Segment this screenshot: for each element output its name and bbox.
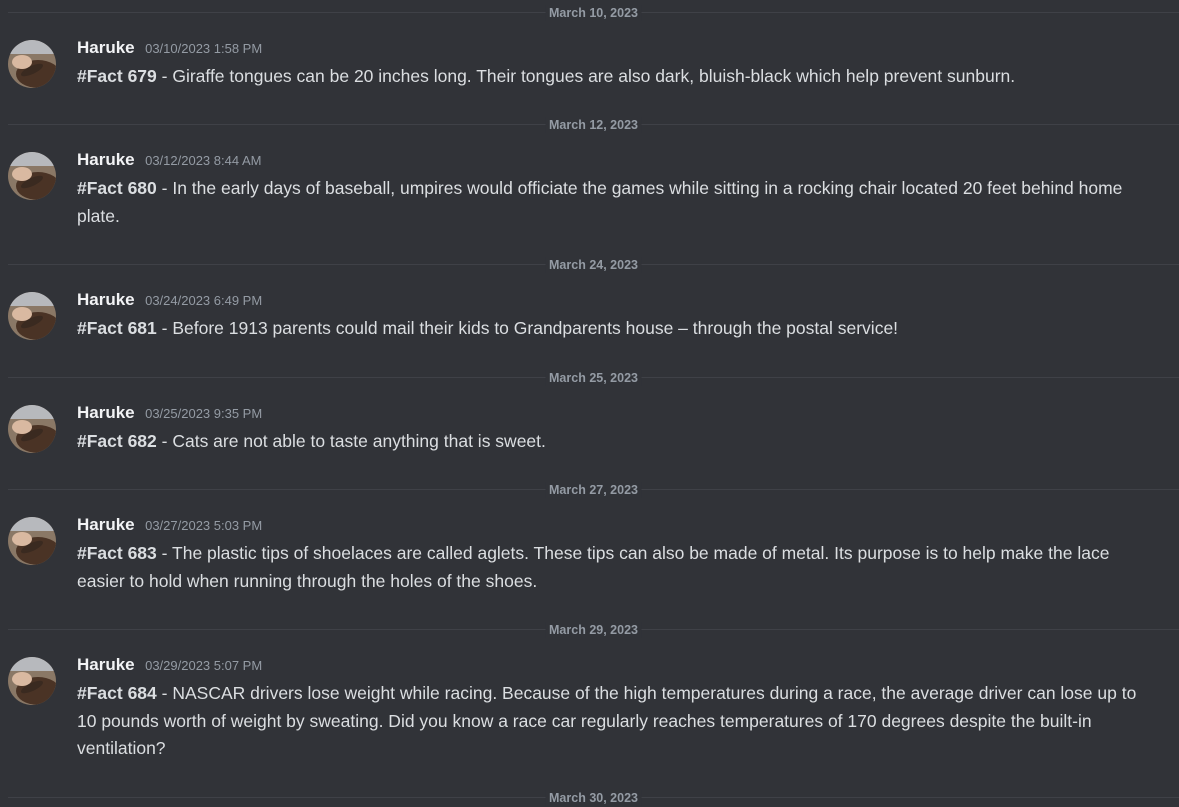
username[interactable]: Haruke: [77, 290, 135, 309]
timestamp: 03/29/2023 5:07 PM: [145, 658, 263, 673]
avatar[interactable]: [8, 405, 56, 453]
timestamp: 03/25/2023 9:35 PM: [145, 406, 263, 421]
date-divider-label: March 10, 2023: [545, 5, 642, 21]
date-divider: March 27, 2023: [8, 482, 1179, 498]
timestamp: 03/24/2023 6:49 PM: [145, 293, 263, 308]
message-text: - In the early days of baseball, umpires…: [77, 178, 1123, 226]
date-divider: March 30, 2023: [8, 790, 1179, 806]
timestamp: 03/10/2023 1:58 PM: [145, 41, 263, 56]
username[interactable]: Haruke: [77, 150, 135, 169]
message-content: #Fact 679 - Giraffe tongues can be 20 in…: [77, 63, 1137, 91]
avatar[interactable]: [8, 152, 56, 200]
fact-tag: #Fact 684: [77, 683, 157, 703]
avatar-photo-icon: [8, 517, 56, 565]
avatar-photo-icon: [8, 405, 56, 453]
message-text: - NASCAR drivers lose weight while racin…: [77, 683, 1137, 758]
date-divider-label: March 12, 2023: [545, 117, 642, 133]
avatar[interactable]: [8, 517, 56, 565]
date-divider: March 25, 2023: [8, 370, 1179, 386]
message-content: #Fact 683 - The plastic tips of shoelace…: [77, 540, 1137, 595]
message-header: Haruke 03/25/2023 9:35 PM: [77, 402, 262, 424]
date-divider-label: March 24, 2023: [545, 257, 642, 273]
message-content: #Fact 682 - Cats are not able to taste a…: [77, 428, 1137, 456]
date-divider-label: March 27, 2023: [545, 482, 642, 498]
message-content: #Fact 684 - NASCAR drivers lose weight w…: [77, 680, 1137, 763]
message-list: March 10, 2023 Haruke 03/10/2023 1:58 PM…: [0, 0, 1179, 807]
timestamp: 03/12/2023 8:44 AM: [145, 153, 262, 168]
message-text: - Giraffe tongues can be 20 inches long.…: [156, 66, 1016, 86]
fact-tag: #Fact 681: [77, 318, 157, 338]
message-header: Haruke 03/27/2023 5:03 PM: [77, 514, 262, 536]
avatar-photo-icon: [8, 40, 56, 88]
message-content: #Fact 680 - In the early days of basebal…: [77, 175, 1137, 230]
date-divider-label: March 25, 2023: [545, 370, 642, 386]
message-header: Haruke 03/10/2023 1:58 PM: [77, 37, 262, 59]
fact-tag: #Fact 680: [77, 178, 157, 198]
avatar[interactable]: [8, 657, 56, 705]
avatar[interactable]: [8, 292, 56, 340]
avatar-photo-icon: [8, 657, 56, 705]
username[interactable]: Haruke: [77, 655, 135, 674]
avatar-photo-icon: [8, 152, 56, 200]
date-divider: March 10, 2023: [8, 5, 1179, 21]
date-divider-label: March 30, 2023: [545, 790, 642, 806]
username[interactable]: Haruke: [77, 403, 135, 422]
date-divider: March 24, 2023: [8, 257, 1179, 273]
username[interactable]: Haruke: [77, 515, 135, 534]
date-divider: March 12, 2023: [8, 117, 1179, 133]
message-header: Haruke 03/24/2023 6:49 PM: [77, 289, 262, 311]
message-text: - The plastic tips of shoelaces are call…: [77, 543, 1110, 591]
avatar-photo-icon: [8, 292, 56, 340]
username[interactable]: Haruke: [77, 38, 135, 57]
date-divider: March 29, 2023: [8, 622, 1179, 638]
fact-tag: #Fact 679: [77, 66, 157, 86]
fact-tag: #Fact 683: [77, 543, 157, 563]
date-divider-label: March 29, 2023: [545, 622, 642, 638]
avatar[interactable]: [8, 40, 56, 88]
timestamp: 03/27/2023 5:03 PM: [145, 518, 263, 533]
message-text: - Cats are not able to taste anything th…: [156, 431, 546, 451]
fact-tag: #Fact 682: [77, 431, 157, 451]
message-header: Haruke 03/12/2023 8:44 AM: [77, 149, 261, 171]
message-header: Haruke 03/29/2023 5:07 PM: [77, 654, 262, 676]
message-text: - Before 1913 parents could mail their k…: [156, 318, 899, 338]
message-content: #Fact 681 - Before 1913 parents could ma…: [77, 315, 1137, 343]
